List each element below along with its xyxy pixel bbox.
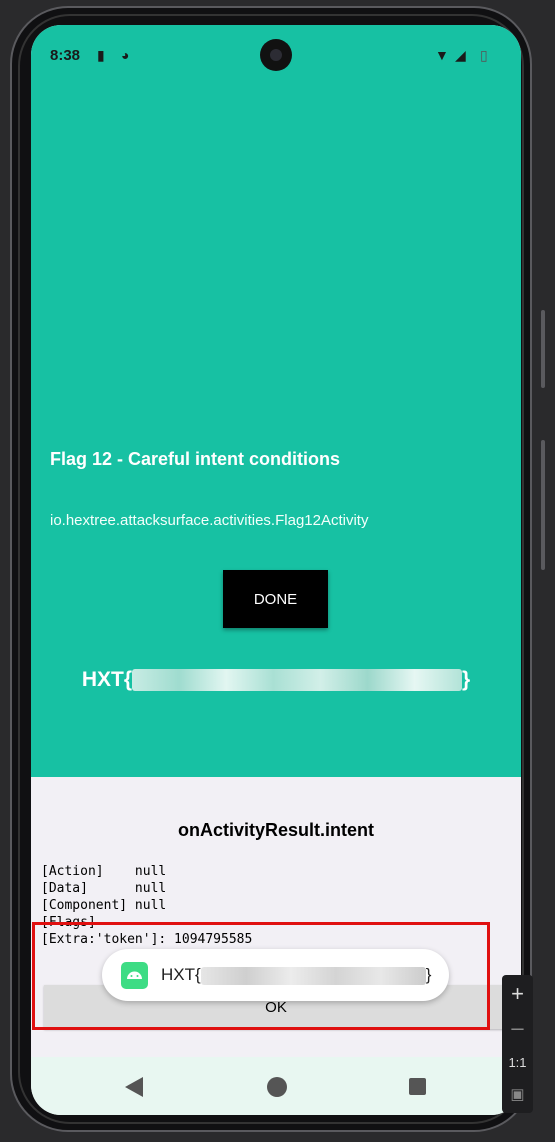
status-time: 8:38 [50, 47, 81, 64]
status-bar: 8:38 ▮ ◕ ▼ ◢ ▯ [31, 25, 521, 85]
front-camera [260, 39, 292, 71]
sd-card-icon: ▮ [97, 47, 105, 63]
flag-suffix: } [462, 668, 471, 691]
emulator-toolbar: + – 1:1 ▣ [502, 975, 533, 1113]
done-button[interactable]: DONE [223, 570, 328, 628]
battery-icon: ▯ [480, 47, 488, 63]
zoom-in-icon[interactable]: + [502, 981, 533, 1007]
navigation-bar [31, 1057, 521, 1115]
flag-prefix: HXT{ [81, 668, 132, 691]
flag-value: HXT{} [31, 668, 521, 692]
wifi-icon: ▼ [435, 47, 449, 63]
result-dialog-title: onActivityResult.intent [177, 820, 374, 840]
volume-button [541, 440, 545, 570]
home-icon[interactable] [267, 1077, 287, 1097]
zoom-out-icon[interactable]: – [502, 1015, 533, 1041]
activity-class-name: io.hextree.attacksurface.activities.Flag… [50, 512, 369, 529]
power-button [541, 310, 545, 388]
notification-icon: ◕ [121, 47, 130, 63]
intent-action-line: [Action] null [41, 864, 167, 879]
intent-data-line: [Data] null [41, 881, 167, 896]
redacted-flag [132, 669, 462, 692]
recents-icon[interactable] [409, 1078, 426, 1095]
highlight-box [32, 922, 490, 1030]
zoom-reset-button[interactable]: 1:1 [502, 1055, 533, 1070]
back-icon[interactable] [125, 1077, 143, 1097]
flag-title: Flag 12 - Careful intent conditions [50, 449, 341, 469]
activity-background [31, 25, 521, 777]
fit-screen-icon[interactable]: ▣ [502, 1085, 533, 1103]
intent-component-line: [Component] null [41, 898, 167, 913]
signal-icon: ◢ [455, 47, 466, 63]
